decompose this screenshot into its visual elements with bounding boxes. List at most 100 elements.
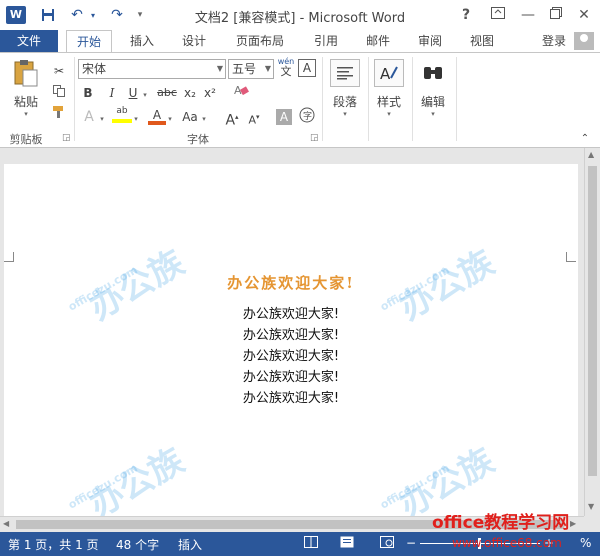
document-line: 办公族欢迎大家! (242, 370, 340, 385)
editing-button[interactable]: 编辑 ▾ (414, 59, 452, 118)
paste-button[interactable]: 粘贴 ▾ (6, 59, 46, 118)
ribbon-tab-strip: 文件 开始 插入 设计 页面布局 引用 邮件 审阅 视图 登录 (0, 30, 600, 53)
underline-button[interactable]: U (126, 83, 140, 103)
maximize-icon[interactable] (544, 4, 568, 26)
read-mode-icon[interactable] (304, 536, 318, 551)
binoculars-icon (418, 59, 448, 87)
font-size-combo[interactable]: 五号 ▼ (228, 59, 274, 79)
minimize-icon[interactable]: — (516, 4, 540, 26)
separator (74, 57, 75, 141)
clear-formatting-icon[interactable]: A (232, 83, 250, 103)
clipboard-launcher-icon[interactable]: ◲ (62, 133, 71, 143)
svg-text:字: 字 (303, 110, 312, 122)
tab-view[interactable]: 视图 (462, 30, 502, 52)
separator (456, 57, 457, 141)
scroll-left-icon[interactable]: ◀ (3, 519, 9, 528)
scroll-down-icon[interactable]: ▼ (588, 502, 594, 511)
login-link[interactable]: 登录 (542, 30, 566, 52)
subscript-button[interactable]: x₂ (182, 83, 198, 103)
font-color-dropdown-icon[interactable]: ▾ (166, 107, 174, 127)
copy-icon[interactable] (50, 83, 68, 103)
document-line: 办公族欢迎大家! (242, 307, 340, 322)
clipboard-icon (11, 59, 41, 87)
format-painter-icon[interactable] (50, 105, 68, 125)
zoom-out-icon[interactable]: − (406, 536, 416, 550)
highlight-icon[interactable]: ab (112, 105, 132, 125)
tab-home[interactable]: 开始 (66, 30, 112, 53)
font-name-combo[interactable]: 宋体 ▼ (78, 59, 226, 79)
character-border-icon[interactable]: A (298, 59, 316, 77)
tab-references[interactable]: 引用 (306, 30, 346, 52)
paste-dropdown-icon[interactable]: ▾ (6, 110, 46, 118)
window-title: 文档2 [兼容模式] - Microsoft Word (194, 11, 406, 26)
title-bar: W ↶ ▾ ↷ ▾ 文档2 [兼容模式] - Microsoft Word ? … (0, 0, 600, 30)
strikethrough-button[interactable]: abc (156, 83, 178, 103)
crop-mark (566, 252, 576, 262)
paragraph-label: 段落 (332, 95, 357, 109)
cut-icon[interactable]: ✂ (50, 61, 68, 81)
scroll-right-icon[interactable]: ▶ (570, 519, 576, 528)
styles-button[interactable]: A 样式 ▾ (370, 59, 408, 118)
change-case-dropdown-icon[interactable]: ▾ (200, 107, 208, 127)
paragraph-dropdown-icon[interactable]: ▾ (326, 110, 364, 118)
help-button[interactable]: ? (454, 4, 478, 26)
document-line: 办公族欢迎大家! (242, 328, 340, 343)
paragraph-icon (330, 59, 360, 87)
ribbon-display-options-icon[interactable] (486, 4, 510, 26)
tab-file[interactable]: 文件 (0, 30, 58, 52)
crop-mark (4, 252, 14, 262)
avatar-icon[interactable] (574, 32, 594, 50)
zoom-percent[interactable]: % (580, 536, 591, 550)
clipboard-group-label: 剪贴板 (9, 133, 43, 146)
tab-layout[interactable]: 页面布局 (230, 30, 290, 52)
grow-font-icon[interactable]: A▴ (224, 107, 240, 129)
styles-dropdown-icon[interactable]: ▾ (370, 110, 408, 118)
footer-watermark-brand: office教程学习网 (432, 513, 570, 533)
footer-watermark-url: www.office68.com (452, 536, 562, 550)
document-line: 办公族欢迎大家! (242, 349, 340, 364)
watermark-brand: 办公族 (82, 440, 191, 527)
underline-dropdown-icon[interactable]: ▾ (140, 83, 150, 103)
tab-review[interactable]: 审阅 (410, 30, 450, 52)
italic-button[interactable]: I (104, 83, 120, 103)
shrink-font-icon[interactable]: A▾ (246, 107, 262, 127)
vertical-scroll-thumb[interactable] (588, 166, 597, 476)
tab-mailings[interactable]: 邮件 (358, 30, 398, 52)
text-effects-icon[interactable]: A (80, 107, 98, 127)
page-count[interactable]: 第 1 页，共 1 页 (8, 536, 99, 553)
document-page[interactable]: officezu.com 办公族 officezu.com 办公族 office… (4, 164, 578, 526)
editing-label: 编辑 (420, 95, 445, 109)
vertical-scrollbar[interactable]: ▲ ▼ (584, 148, 600, 516)
font-size-dropdown-icon[interactable]: ▼ (265, 60, 271, 78)
superscript-button[interactable]: x² (202, 83, 218, 103)
ribbon-home: 粘贴 ▾ ✂ 剪贴板 ◲ 宋体 ▼ 五号 ▼ wén 文 A B I U ▾ ab… (0, 52, 600, 148)
collapse-ribbon-icon[interactable]: ⌃ (578, 129, 592, 149)
word-count[interactable]: 48 个字 (116, 536, 159, 553)
phonetic-guide-icon[interactable]: wén 文 (276, 57, 296, 77)
tab-design[interactable]: 设计 (174, 30, 214, 52)
scroll-up-icon[interactable]: ▲ (588, 150, 594, 159)
web-layout-icon[interactable] (380, 536, 394, 551)
highlight-dropdown-icon[interactable]: ▾ (132, 107, 140, 127)
styles-label: 样式 (376, 95, 401, 109)
font-name-value: 宋体 (82, 62, 107, 76)
tab-insert[interactable]: 插入 (122, 30, 162, 52)
watermark-site: officezu.com (377, 461, 452, 512)
print-layout-icon[interactable] (340, 536, 354, 551)
font-color-icon[interactable]: A (148, 105, 166, 125)
font-name-dropdown-icon[interactable]: ▼ (217, 60, 223, 78)
enclose-characters-icon[interactable]: 字 (298, 107, 316, 127)
editing-dropdown-icon[interactable]: ▾ (414, 110, 452, 118)
paste-label: 粘贴 (13, 95, 38, 109)
close-icon[interactable]: ✕ (572, 4, 596, 26)
insert-mode[interactable]: 插入 (178, 536, 202, 553)
font-launcher-icon[interactable]: ◲ (310, 133, 319, 143)
document-line: 办公族欢迎大家! (242, 391, 340, 406)
character-shading-icon[interactable]: A (276, 109, 292, 125)
paragraph-button[interactable]: 段落 ▾ (326, 59, 364, 118)
document-area: officezu.com 办公族 officezu.com 办公族 office… (0, 148, 584, 526)
bold-button[interactable]: B (80, 83, 96, 103)
text-effects-dropdown-icon[interactable]: ▾ (98, 107, 106, 127)
change-case-button[interactable]: Aa (180, 107, 200, 127)
document-heading: 办公族欢迎大家! (227, 274, 355, 292)
